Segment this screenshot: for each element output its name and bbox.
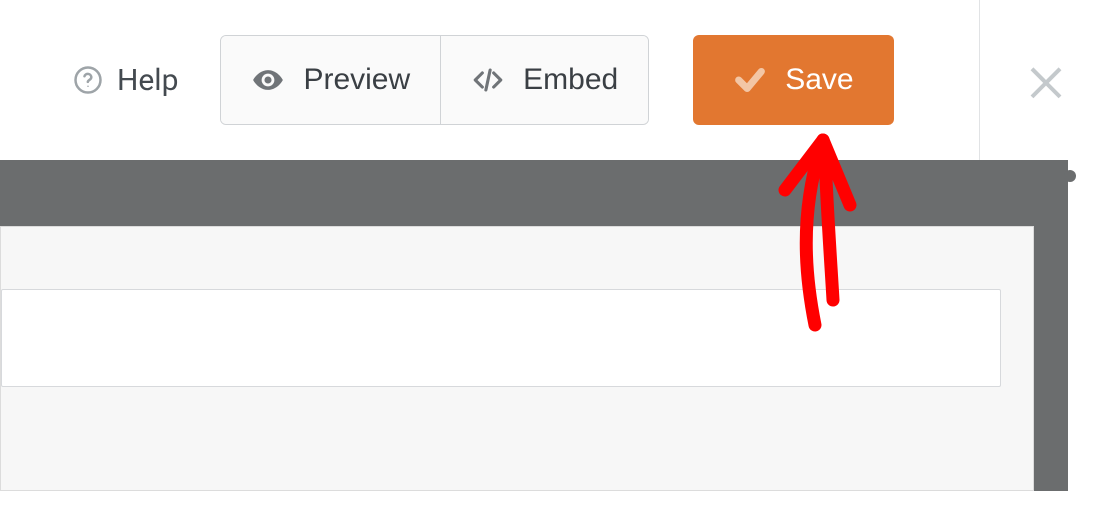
check-icon: [733, 63, 767, 97]
preview-label: Preview: [303, 63, 410, 97]
help-icon: [73, 65, 103, 95]
frame-corner-dot: [1064, 170, 1076, 182]
top-toolbar: Help Preview Embed Save: [0, 0, 1116, 160]
toolbar-group: Help Preview Embed Save: [55, 35, 894, 125]
close-button[interactable]: [1021, 55, 1071, 105]
help-button[interactable]: Help: [55, 43, 196, 118]
frame-title-bar: [0, 160, 1068, 226]
segmented-buttons: Preview Embed: [220, 35, 649, 125]
embed-label: Embed: [523, 63, 618, 97]
preview-button[interactable]: Preview: [221, 36, 440, 124]
save-button[interactable]: Save: [693, 35, 893, 125]
text-input-field[interactable]: [1, 289, 1001, 387]
toolbar-divider: [979, 0, 980, 160]
code-icon: [471, 63, 505, 97]
save-label: Save: [785, 63, 853, 97]
frame-body: [0, 226, 1068, 491]
embed-button[interactable]: Embed: [440, 36, 648, 124]
eye-icon: [251, 63, 285, 97]
close-icon: [1022, 56, 1070, 104]
help-label: Help: [117, 63, 178, 98]
form-panel: [0, 226, 1034, 491]
editor-frame: [0, 160, 1068, 491]
